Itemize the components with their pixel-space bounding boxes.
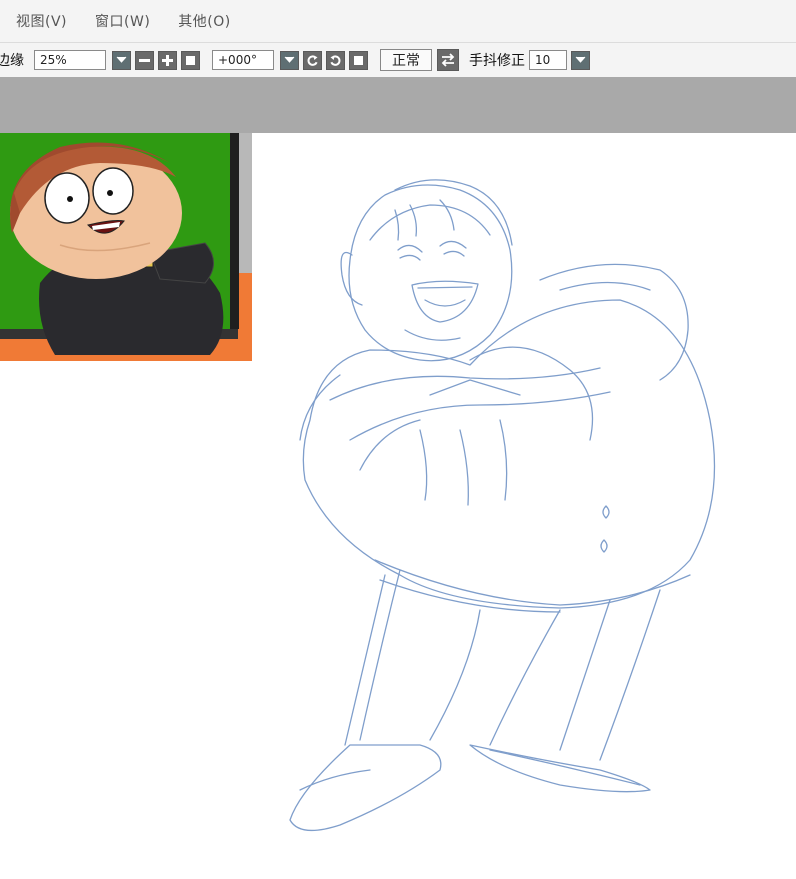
stabilizer-dropdown-button[interactable] <box>571 50 590 70</box>
chevron-down-icon <box>575 56 586 64</box>
menu-view[interactable]: 视图(V) <box>16 11 67 31</box>
chevron-down-icon <box>284 56 295 64</box>
square-icon <box>353 55 364 66</box>
zoom-in-button[interactable] <box>158 50 177 70</box>
flip-horizontal-icon <box>440 53 456 67</box>
rotate-ccw-button[interactable] <box>303 50 322 70</box>
zoom-field[interactable]: 25% <box>34 50 106 70</box>
sketch-drawing <box>0 133 796 879</box>
stabilizer-value: 10 <box>535 53 551 67</box>
zoom-reset-button[interactable] <box>181 50 200 70</box>
rotation-field[interactable]: +000° <box>212 50 274 70</box>
rotate-cw-button[interactable] <box>326 50 345 70</box>
menu-bar: 视图(V) 窗口(W) 其他(O) <box>0 0 796 42</box>
rotate-ccw-icon <box>306 54 319 67</box>
zoom-out-button[interactable] <box>135 50 154 70</box>
menu-window[interactable]: 窗口(W) <box>95 11 150 31</box>
zoom-value: 25% <box>40 53 67 67</box>
menu-other[interactable]: 其他(O) <box>178 11 230 31</box>
zoom-dropdown-button[interactable] <box>112 50 131 70</box>
stabilizer-field[interactable]: 10 <box>529 50 567 70</box>
plus-icon <box>161 54 174 67</box>
rotate-cw-icon <box>329 54 342 67</box>
normal-mode-label: 正常 <box>392 53 420 69</box>
rotation-dropdown-button[interactable] <box>280 50 299 70</box>
rotate-reset-button[interactable] <box>349 50 368 70</box>
stabilizer-label: 手抖修正 <box>469 53 525 69</box>
toolbar: 边缘 25% +000° 正常 手抖修正 10 <box>0 42 796 77</box>
canvas-header-band <box>0 77 796 133</box>
normal-mode-button[interactable]: 正常 <box>380 49 432 71</box>
rotation-value: +000° <box>218 53 257 67</box>
chevron-down-icon <box>116 56 127 64</box>
square-icon <box>185 55 196 66</box>
flip-button[interactable] <box>437 49 459 71</box>
edge-label: 边缘 <box>0 53 24 69</box>
minus-icon <box>138 54 151 67</box>
